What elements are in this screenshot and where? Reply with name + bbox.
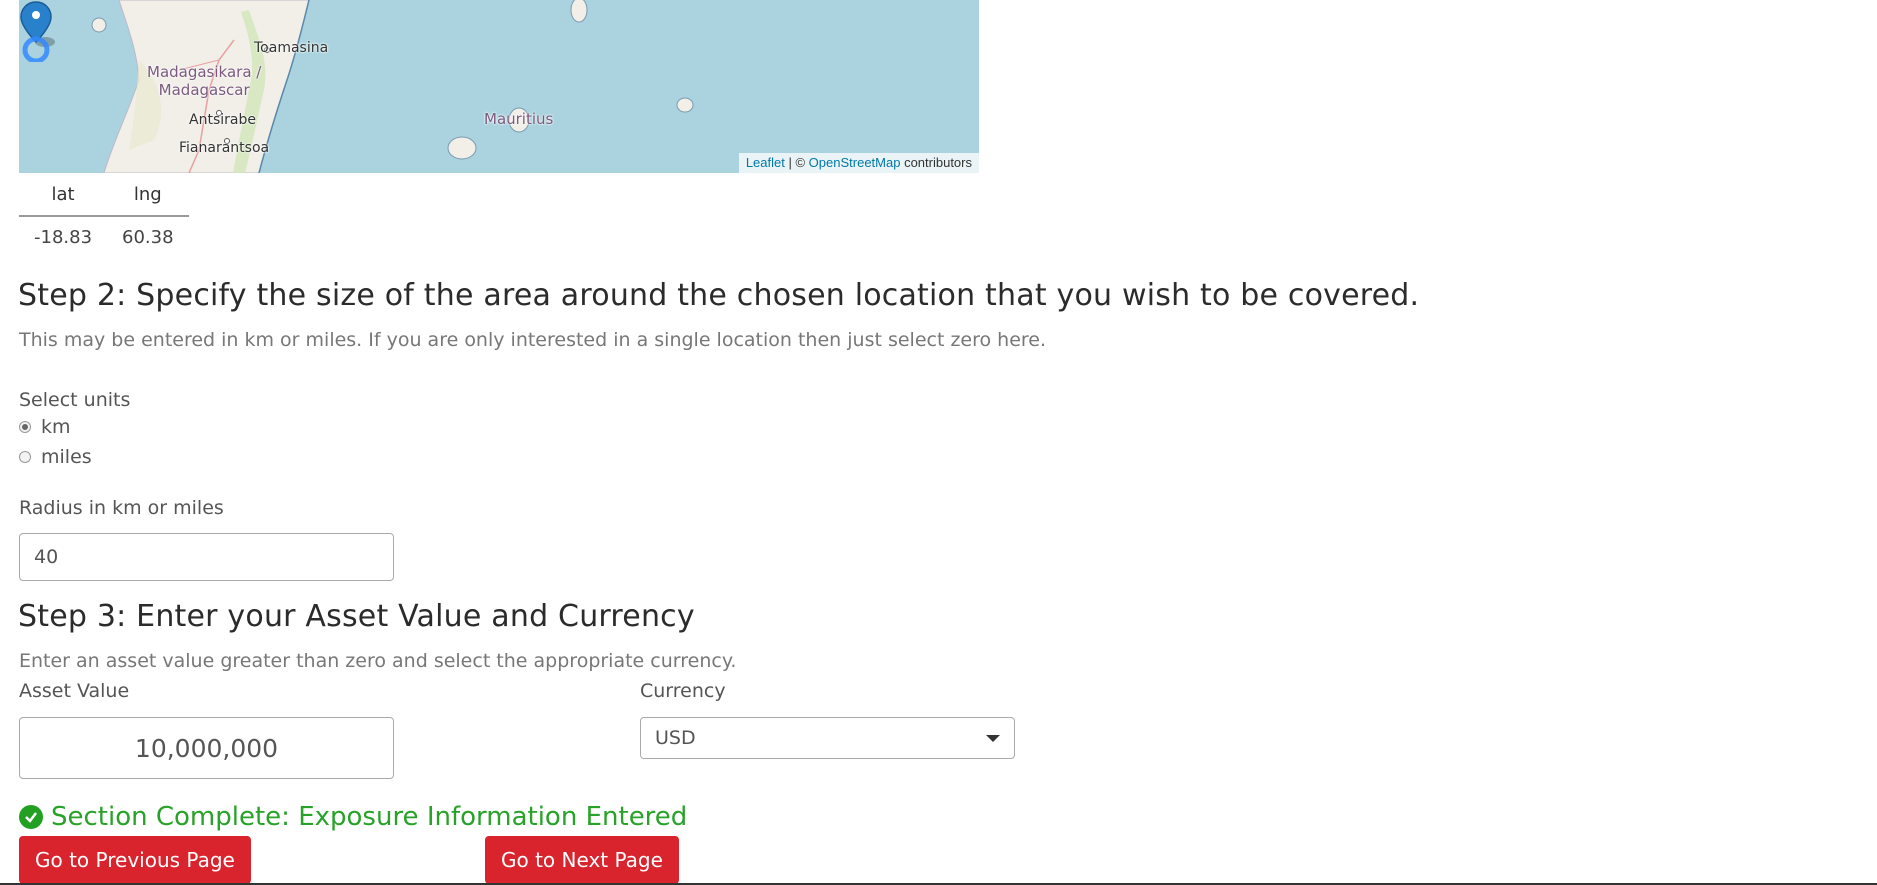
currency-label: Currency	[640, 680, 726, 702]
currency-value: USD	[655, 727, 696, 749]
lat-header: lat	[19, 180, 108, 217]
radio-miles[interactable]	[19, 451, 31, 463]
lat-value: -18.83	[34, 227, 93, 248]
check-circle-icon	[19, 805, 43, 829]
asset-value-label: Asset Value	[19, 680, 130, 702]
osm-link[interactable]: OpenStreetMap	[809, 155, 901, 170]
next-page-button[interactable]: Go to Next Page	[485, 836, 679, 884]
asset-value-input[interactable]: 10,000,000	[19, 717, 394, 779]
map-label-antsirabe: Antsirabe	[189, 112, 256, 128]
step3-help: Enter an asset value greater than zero a…	[19, 650, 737, 672]
step3-title: Step 3: Enter your Asset Value and Curre…	[18, 599, 695, 634]
units-label: Select units	[19, 389, 131, 411]
map-attribution: Leaflet | © OpenStreetMap contributors	[738, 153, 979, 173]
previous-page-button[interactable]: Go to Previous Page	[19, 836, 251, 884]
attribution-separator: | ©	[784, 155, 809, 170]
location-marker-icon[interactable]	[19, 0, 59, 62]
map-label-toamasina: Toamasina	[254, 40, 329, 56]
step2-title: Step 2: Specify the size of the area aro…	[18, 278, 1420, 313]
radio-km[interactable]	[19, 421, 31, 433]
attribution-contributors: contributors	[900, 155, 972, 170]
table-row: -18.83 60.38	[19, 216, 189, 252]
radius-label: Radius in km or miles	[19, 497, 224, 519]
radius-value: 40	[34, 546, 59, 568]
section-complete-status: Section Complete: Exposure Information E…	[19, 802, 687, 832]
unit-option-miles[interactable]: miles	[19, 446, 92, 468]
map-label-madagascar: Madagasikara / Madagascar	[147, 63, 262, 99]
chevron-down-icon	[986, 734, 1000, 742]
map[interactable]: Toamasina Madagasikara / Madagascar Ants…	[19, 0, 979, 173]
leaflet-link[interactable]: Leaflet	[746, 155, 785, 170]
section-complete-text: Section Complete: Exposure Information E…	[51, 802, 688, 832]
lng-header: lng	[107, 180, 189, 217]
unit-miles-label: miles	[41, 446, 92, 468]
step2-help: This may be entered in km or miles. If y…	[19, 329, 1047, 351]
unit-option-km[interactable]: km	[19, 416, 71, 438]
map-label-fianarantsoa: Fianarantsoa	[179, 140, 270, 156]
asset-value: 10,000,000	[134, 733, 279, 763]
currency-select[interactable]: USD	[640, 717, 1015, 759]
lng-value: 60.38	[122, 227, 174, 248]
unit-km-label: km	[41, 416, 71, 438]
coordinates-table: lat lng -18.83 60.38	[19, 180, 189, 252]
radius-input[interactable]: 40	[19, 533, 394, 581]
map-label-mauritius: Mauritius	[484, 110, 554, 128]
